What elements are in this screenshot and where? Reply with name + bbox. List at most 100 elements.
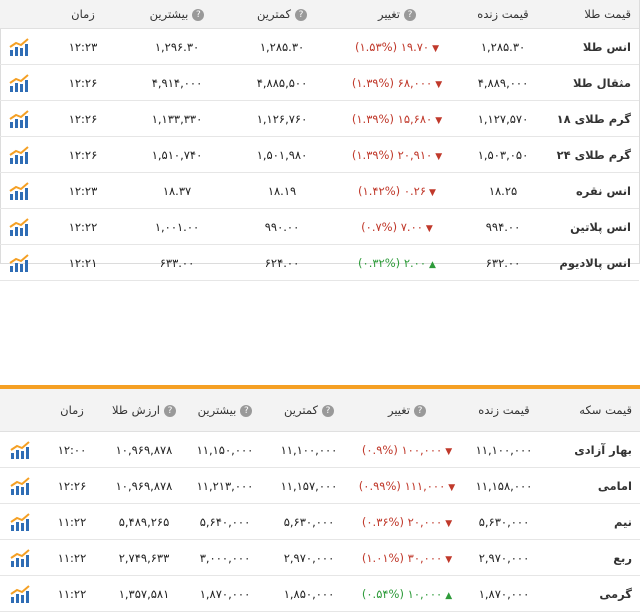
change-text: ۷.۰۰ (۰.۷%)	[361, 219, 423, 234]
gold-value: ۱۰,۹۶۹,۸۷۸	[104, 431, 184, 468]
gold-price-table: قیمت طلا قیمت زنده ?تغییر ?کمترین ?بیشتر…	[0, 0, 639, 281]
triangle-down-icon: ▼	[445, 446, 453, 457]
low-value: ۱۱,۱۵۷,۰۰۰	[266, 467, 352, 504]
table-row[interactable]: گرمی ۱,۸۷۰,۰۰۰ ▲۱۰,۰۰۰ (۰.۵۴%) ۱,۸۵۰,۰۰۰ ۱,۸…	[0, 575, 640, 612]
time-value: ۱۲:۲۳	[39, 172, 127, 209]
header-live-price: قیمت زنده	[462, 389, 546, 432]
high-value: ۱,۵۱۰,۷۴۰	[127, 136, 227, 173]
item-name: انس طلا	[549, 28, 639, 65]
header-live-price: قیمت زنده	[457, 0, 549, 29]
change-text: ۱۹.۷۰ (۱.۵۳%)	[354, 39, 430, 54]
live-price: ۱,۵۰۳,۰۵۰	[457, 136, 549, 173]
triangle-down-icon: ▼	[432, 43, 440, 54]
bar-chart-icon[interactable]	[0, 136, 39, 173]
bar-chart-icon[interactable]	[0, 467, 40, 504]
change-value: ▼۱۱۱,۰۰۰ (۰.۹۹%)	[352, 467, 462, 504]
triangle-down-icon: ▼	[429, 187, 436, 198]
change-text: ۱۰,۰۰۰ (۰.۵۴%)	[361, 586, 443, 601]
change-value: ▼۱۹.۷۰ (۱.۵۳%)	[337, 28, 457, 65]
table-row[interactable]: انس نقره ۱۸.۲۵ ▼۰.۲۶ (۱.۴۲%) ۱۸.۱۹ ۱۸.۳۷ ۱۲:۲…	[0, 172, 639, 209]
gold-value: ۲,۷۴۹,۶۳۳	[104, 539, 184, 576]
high-value: ۱,۲۹۶.۳۰	[127, 28, 227, 65]
table-row[interactable]: گرم طلای ۲۴ ۱,۵۰۳,۰۵۰ ▼۲۰,۹۱۰ (۱.۳۹%) ۱,۵۰۱…	[0, 136, 639, 173]
header-gold-value: ?ارزش طلا	[104, 389, 184, 432]
gold-value: ۱,۳۵۷,۵۸۱	[104, 575, 184, 612]
bar-chart-icon[interactable]	[0, 208, 39, 245]
triangle-down-icon: ▼	[435, 115, 443, 126]
question-mark-icon[interactable]: ?	[294, 8, 307, 21]
change-text: ۳۰,۰۰۰ (۱.۰۱%)	[361, 550, 443, 565]
table-row[interactable]: بهار آزادی ۱۱,۱۰۰,۰۰۰ ▼۱۰۰,۰۰۰ (۰.۹%) ۱۱,۱۰…	[0, 431, 640, 468]
change-text: ۰.۲۶ (۱.۴۲%)	[358, 183, 427, 198]
time-value: ۱۱:۲۲	[40, 539, 104, 576]
item-name: بهار آزادی	[546, 431, 640, 468]
low-value: ۹۹۰.۰۰	[227, 208, 337, 245]
change-value: ▼۱۵,۶۸۰ (۱.۳۹%)	[337, 100, 457, 137]
change-value: ▼۲۰,۹۱۰ (۱.۳۹%)	[337, 136, 457, 173]
question-mark-icon[interactable]: ?	[404, 8, 417, 21]
header-low: ?کمترین	[227, 0, 337, 29]
header-high: ?بیشترین	[127, 0, 227, 29]
change-text: ۶۸,۰۰۰ (۱.۳۹%)	[351, 75, 433, 90]
live-price: ۴,۸۸۹,۰۰۰	[457, 64, 549, 101]
bar-chart-icon[interactable]	[0, 244, 39, 281]
time-value: ۱۲:۲۶	[39, 136, 127, 173]
low-value: ۶۲۴.۰۰	[227, 244, 337, 281]
table-row[interactable]: نیم ۵,۶۳۰,۰۰۰ ▼۲۰,۰۰۰ (۰.۳۶%) ۵,۶۳۰,۰۰۰ ۵,۶۴…	[0, 503, 640, 540]
high-value: ۳,۰۰۰,۰۰۰	[184, 539, 266, 576]
bar-chart-icon[interactable]	[0, 64, 39, 101]
change-text: ۱۵,۶۸۰ (۱.۳۹%)	[351, 111, 433, 126]
gold-value: ۵,۴۸۹,۲۶۵	[104, 503, 184, 540]
change-value: ▼۷.۰۰ (۰.۷%)	[337, 208, 457, 245]
bar-chart-icon[interactable]	[0, 172, 39, 209]
question-mark-icon[interactable]: ?	[414, 404, 427, 417]
time-value: ۱۲:۰۰	[40, 431, 104, 468]
high-value: ۱,۰۰۱.۰۰	[127, 208, 227, 245]
bar-chart-icon[interactable]	[0, 575, 40, 612]
live-price: ۱۱,۱۰۰,۰۰۰	[462, 431, 546, 468]
change-value: ▼۲۰,۰۰۰ (۰.۳۶%)	[352, 503, 462, 540]
header-gold-price: قیمت طلا	[549, 0, 639, 29]
bar-chart-icon[interactable]	[0, 431, 40, 468]
bar-chart-icon[interactable]	[0, 503, 40, 540]
bar-chart-icon[interactable]	[0, 539, 40, 576]
item-name: مثقال طلا	[549, 64, 639, 101]
time-value: ۱۱:۲۲	[40, 575, 104, 612]
header-chart	[0, 0, 39, 29]
time-value: ۱۲:۲۳	[39, 28, 127, 65]
change-value: ▲۲.۰۰ (۰.۳۲%)	[337, 244, 457, 281]
header-change: ?تغییر	[352, 389, 462, 432]
live-price: ۱,۸۷۰,۰۰۰	[462, 575, 546, 612]
change-text: ۲۰,۰۰۰ (۰.۳۶%)	[361, 514, 443, 529]
high-value: ۵,۶۴۰,۰۰۰	[184, 503, 266, 540]
item-name: ربع	[546, 539, 640, 576]
table-row[interactable]: انس طلا ۱,۲۸۵.۳۰ ▼۱۹.۷۰ (۱.۵۳%) ۱,۲۸۵.۳۰ ۱,۲…	[0, 28, 639, 65]
bar-chart-icon[interactable]	[0, 100, 39, 137]
triangle-down-icon: ▼	[435, 151, 443, 162]
question-mark-icon[interactable]: ?	[240, 404, 253, 417]
bar-chart-icon[interactable]	[0, 28, 39, 65]
header-time: زمان	[39, 0, 127, 29]
item-name: گرم طلای ۱۸	[549, 100, 639, 137]
table-row[interactable]: انس پالادیوم ۶۳۲.۰۰ ▲۲.۰۰ (۰.۳۲%) ۶۲۴.۰۰ ۶۳۳…	[0, 244, 639, 281]
table-row[interactable]: انس پلاتین ۹۹۴.۰۰ ▼۷.۰۰ (۰.۷%) ۹۹۰.۰۰ ۱,۰۰۱.…	[0, 208, 639, 245]
time-value: ۱۱:۲۲	[40, 503, 104, 540]
item-name: انس پالادیوم	[549, 244, 639, 281]
table-row[interactable]: ربع ۲,۹۷۰,۰۰۰ ▼۳۰,۰۰۰ (۱.۰۱%) ۲,۹۷۰,۰۰۰ ۳,۰۰…	[0, 539, 640, 576]
question-mark-icon[interactable]: ?	[192, 8, 205, 21]
question-mark-icon[interactable]: ?	[164, 404, 176, 417]
triangle-down-icon: ▼	[445, 518, 453, 529]
table-row[interactable]: امامی ۱۱,۱۵۸,۰۰۰ ▼۱۱۱,۰۰۰ (۰.۹۹%) ۱۱,۱۵۷,۰۰…	[0, 467, 640, 504]
gold-price-panel: قیمت طلا قیمت زنده ?تغییر ?کمترین ?بیشتر…	[0, 0, 640, 281]
item-name: گرم طلای ۲۴	[549, 136, 639, 173]
change-value: ▼۶۸,۰۰۰ (۱.۳۹%)	[337, 64, 457, 101]
change-value: ▼۰.۲۶ (۱.۴۲%)	[337, 172, 457, 209]
item-name: انس نقره	[549, 172, 639, 209]
change-text: ۱۰۰,۰۰۰ (۰.۹%)	[361, 442, 443, 457]
question-mark-icon[interactable]: ?	[321, 404, 334, 417]
change-value: ▼۳۰,۰۰۰ (۱.۰۱%)	[352, 539, 462, 576]
coin-table-header: قیمت سکه قیمت زنده ?تغییر ?کمترین ?بیشتر…	[0, 389, 640, 432]
high-value: ۴,۹۱۴,۰۰۰	[127, 64, 227, 101]
table-row[interactable]: مثقال طلا ۴,۸۸۹,۰۰۰ ▼۶۸,۰۰۰ (۱.۳۹%) ۴,۸۸۵,۵…	[0, 64, 639, 101]
table-row[interactable]: گرم طلای ۱۸ ۱,۱۲۷,۵۷۰ ▼۱۵,۶۸۰ (۱.۳۹%) ۱,۱۲۶…	[0, 100, 639, 137]
